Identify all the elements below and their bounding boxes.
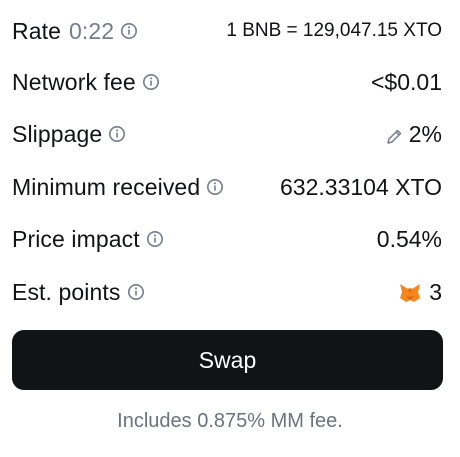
network-fee-label: Network fee [12,68,136,95]
swap-button[interactable]: Swap [12,330,443,390]
info-icon[interactable] [206,178,224,196]
rate-value: 1 BNB = 129,047.15 XTO [226,20,442,41]
rate-row: Rate 0:22 1 BNB = 129,047.15 XTO [12,16,442,46]
rate-label-group: Rate 0:22 [12,18,138,45]
slippage-edit-control[interactable]: 2% [385,121,442,148]
minimum-received-row: Minimum received 632.33104 XTO [12,172,442,202]
slippage-value: 2% [408,120,442,147]
info-icon[interactable] [127,283,145,301]
info-icon[interactable] [142,73,160,91]
fee-disclaimer: Includes 0.875% MM fee. [117,410,343,432]
slippage-row: Slippage 2% [12,119,442,149]
est-points-row: Est. points 3 [12,277,442,307]
info-icon[interactable] [120,22,138,40]
info-icon[interactable] [146,230,164,248]
swap-details-panel: Rate 0:22 1 BNB = 129,047.15 XTO Network… [0,0,460,457]
price-impact-row: Price impact 0.54% [12,224,442,254]
network-fee-value: <$0.01 [371,68,442,95]
minimum-received-label: Minimum received [12,173,201,200]
minimum-received-value: 632.33104 XTO [280,173,442,200]
metamask-fox-icon [399,282,421,302]
price-impact-label: Price impact [12,225,140,252]
rate-label: Rate [12,17,61,44]
price-impact-value: 0.54% [376,225,442,252]
slippage-label: Slippage [12,120,103,147]
est-points-label: Est. points [12,278,121,305]
network-fee-row: Network fee <$0.01 [12,67,442,97]
pencil-icon[interactable] [385,125,403,144]
info-icon[interactable] [108,125,126,143]
est-points-value-group: 3 [399,279,442,306]
est-points-value: 3 [429,278,442,305]
rate-timer: 0:22 [68,17,115,44]
